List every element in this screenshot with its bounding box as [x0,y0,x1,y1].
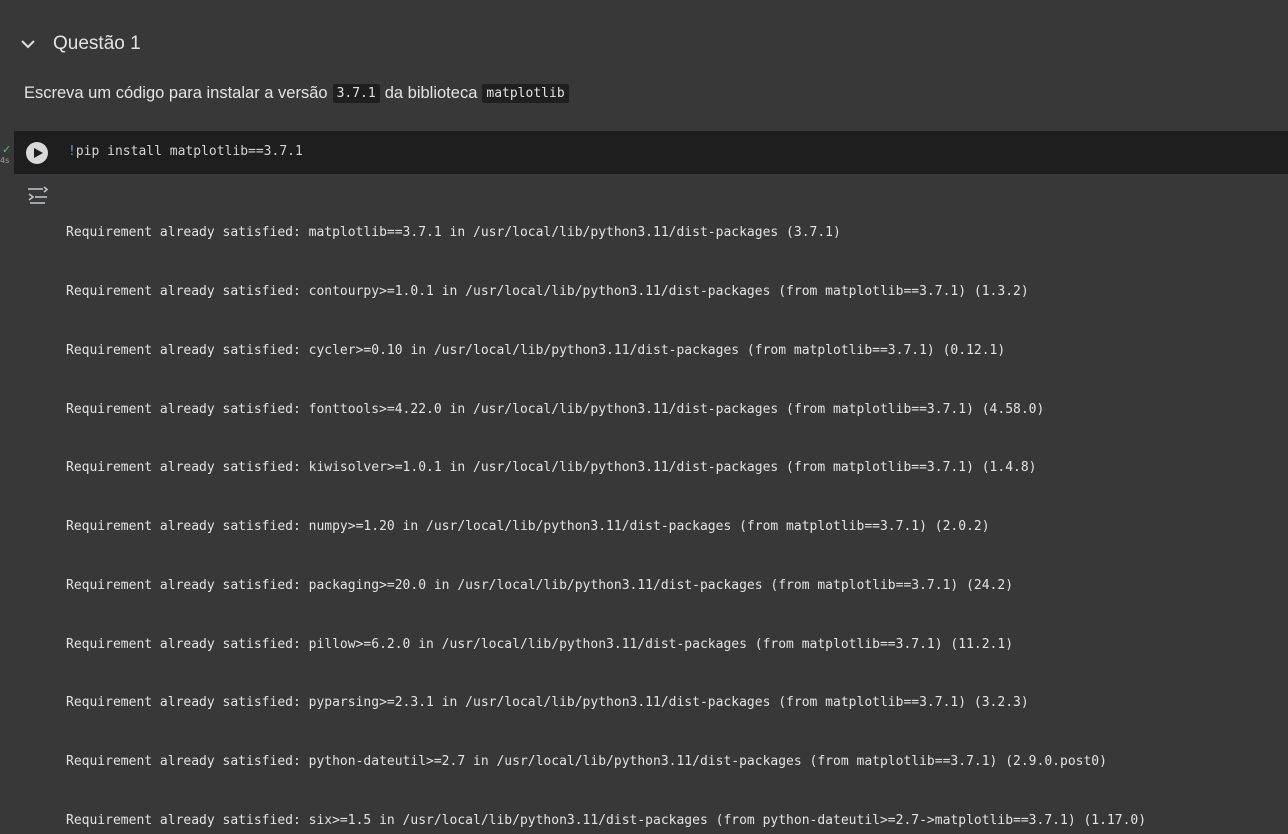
output-line: Requirement already satisfied: fonttools… [66,401,1045,417]
output-line: Requirement already satisfied: pillow>=6… [66,636,1014,652]
output-line: Requirement already satisfied: kiwisolve… [66,460,1037,476]
execution-status: ✓ 4s [0,143,14,167]
section-title: Questão 1 [53,33,141,54]
code-editor-line[interactable]: !pip install matplotlib==3.7.1 [68,144,303,159]
text-cell: Escreva um código para instalar a versão… [24,84,574,103]
code-bang: ! [68,144,76,159]
inline-code-version: 3.7.1 [332,84,380,103]
text-cell-middle: da biblioteca [384,84,478,102]
code-command: pip install matplotlib==3.7.1 [75,144,303,159]
output-line: Requirement already satisfied: numpy>=1.… [66,519,990,535]
output-line: Requirement already satisfied: cycler>=0… [66,342,1006,358]
section-header[interactable]: Questão 1 [0,27,1288,61]
output-line: Requirement already satisfied: contourpy… [66,283,1029,299]
output-line: Requirement already satisfied: matplotli… [66,225,841,241]
cell-output: Requirement already satisfied: matplotli… [66,184,1146,834]
output-line: Requirement already satisfied: pyparsing… [66,695,1029,711]
output-line: Requirement already satisfied: python-da… [66,754,1107,770]
output-line: Requirement already satisfied: six>=1.5 … [66,813,1147,828]
execution-duration: 4s [0,156,10,165]
chevron-down-icon[interactable] [19,35,37,53]
play-circle-icon[interactable] [26,142,48,164]
output-line: Requirement already satisfied: packaging… [66,577,1014,593]
text-cell-prefix: Escreva um código para instalar a versão [24,84,328,102]
inline-code-library: matplotlib [482,84,569,103]
code-cell[interactable]: !pip install matplotlib==3.7.1 [14,131,1288,174]
check-icon: ✓ [2,143,12,156]
output-toggle-icon[interactable] [26,185,50,205]
